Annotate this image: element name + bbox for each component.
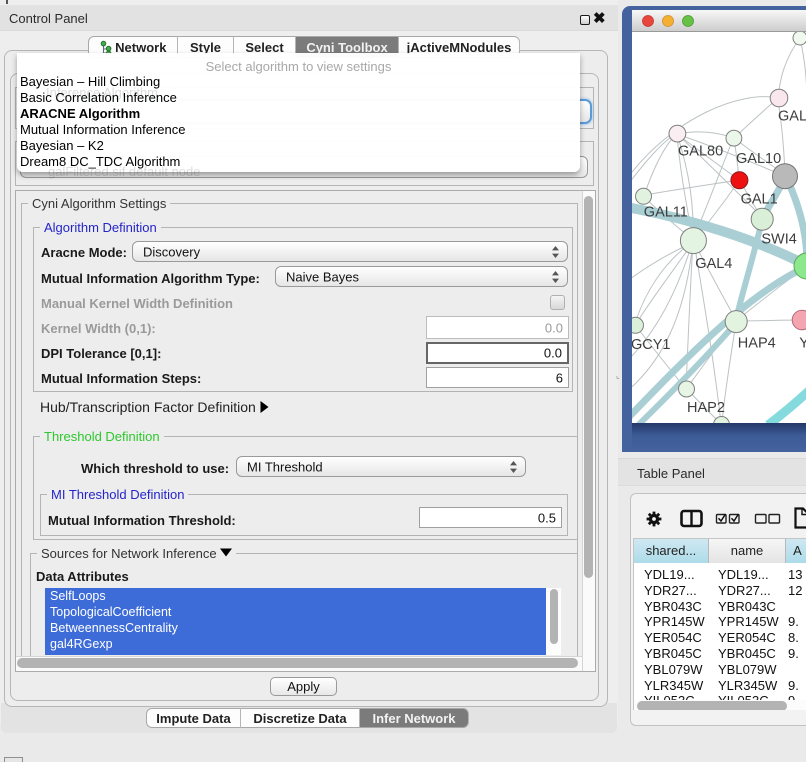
svg-text:GAL80: GAL80	[678, 144, 723, 160]
svg-text:GAL1: GAL1	[741, 192, 778, 208]
svg-text:HAP4: HAP4	[738, 336, 776, 352]
svg-text:GAL10: GAL10	[736, 151, 781, 167]
svg-text:HAP2: HAP2	[687, 400, 725, 416]
svg-text:YM: YM	[799, 336, 806, 352]
svg-text:GAL11: GAL11	[644, 205, 688, 221]
svg-text:GAL4: GAL4	[695, 256, 732, 272]
svg-text:GCY1: GCY1	[632, 337, 671, 353]
svg-text:SWI4: SWI4	[761, 232, 796, 248]
svg-text:GAL: GAL	[778, 108, 806, 124]
